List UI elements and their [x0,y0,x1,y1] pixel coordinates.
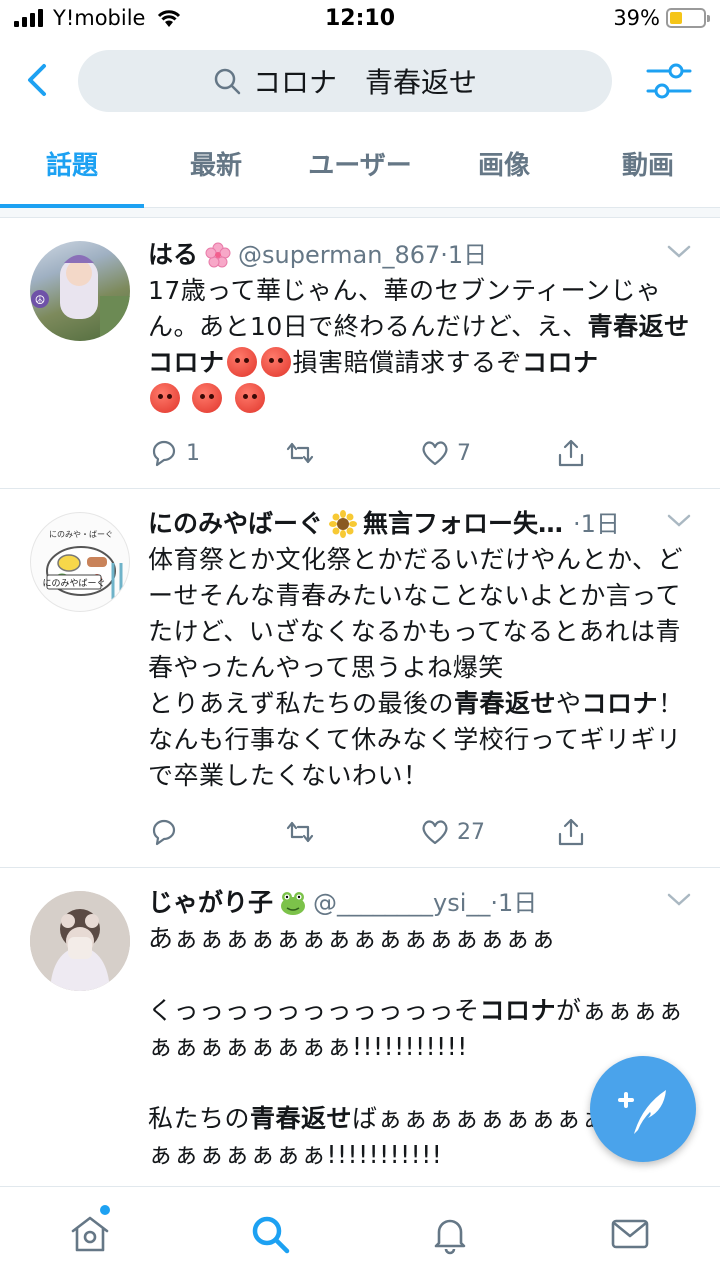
reply-button[interactable] [148,812,284,852]
svg-text:にのみやばーぐ: にのみやばーぐ [42,578,105,589]
author-name-suffix[interactable]: 無言フォロー失… [363,506,563,542]
tab-top[interactable]: 話題 [0,128,144,208]
frog-icon [281,892,306,915]
new-content-dot [100,1205,110,1215]
back-arrow-icon[interactable] [20,58,56,102]
bottom-nav [0,1186,720,1280]
nav-notifications[interactable] [360,1187,540,1280]
messages-icon [611,1219,649,1249]
nav-home[interactable] [0,1187,180,1280]
search-header: コロナ 青春返せ [0,40,720,128]
retweet-button[interactable] [284,812,420,852]
avatar[interactable]: にのみやばーぐ にのみや・ばーぐ [30,512,130,612]
tweet-time: ·1日 [440,241,488,269]
author-name[interactable]: はる [148,237,198,273]
search-query: コロナ 青春返せ [252,66,477,99]
battery-percent: 39% [613,6,660,30]
reply-icon [152,440,176,467]
share-button[interactable] [555,812,691,852]
like-count: 7 [457,440,471,466]
like-button[interactable]: 27 [419,812,555,852]
battery-icon [666,8,710,28]
share-icon [558,439,583,467]
tweet[interactable]: にのみやばーぐ にのみや・ばーぐ にのみやばーぐ 無言フォロー失… ·1日 体育… [0,490,720,868]
retweet-icon [286,821,313,843]
search-tabs: 話題 最新 ユーザー 画像 動画 [0,128,720,208]
tweet-time: ·1日 [573,510,620,538]
status-bar: Y!mobile 12:10 39% [0,0,720,40]
tweet-text: 体育祭とか文化祭とかだるいだけやんとか、どーせそんな青春みたいなことないよとか言… [148,545,684,790]
retweet-button[interactable] [284,433,420,473]
cherry-blossom-icon [205,242,231,268]
tab-videos[interactable]: 動画 [576,128,720,207]
chevron-down-icon[interactable] [666,889,692,909]
filter-icon[interactable] [646,58,692,104]
notifications-icon [434,1219,466,1255]
svg-text:☮: ☮ [35,293,46,307]
reply-count: 1 [186,440,200,466]
author-handle[interactable]: @________ysi__ [313,885,490,921]
tab-latest[interactable]: 最新 [144,128,288,207]
search-icon [252,1216,290,1254]
compose-tweet-button[interactable] [590,1056,696,1162]
tab-users[interactable]: ユーザー [288,128,432,207]
reply-button[interactable]: 1 [148,433,284,473]
heart-icon [422,441,448,466]
compose-feather-icon [618,1090,666,1134]
avatar[interactable] [30,891,130,991]
avatar[interactable]: ☮ [30,241,130,341]
author-handle[interactable]: @superman_867 [238,237,440,273]
tweet-text: 17歳って華じゃん、華のセブンティーンじゃん。あと10日で終わるんだけど、え、青… [148,273,700,417]
chevron-down-icon[interactable] [666,241,692,261]
nav-search[interactable] [180,1187,360,1280]
like-count: 27 [457,819,485,845]
author-name[interactable]: にのみやばーぐ [148,506,323,542]
sunflower-icon [329,510,358,538]
home-icon [71,1216,109,1252]
divider [0,208,720,218]
heart-icon [422,820,448,845]
retweet-icon [286,442,313,464]
share-icon [558,818,583,846]
like-button[interactable]: 7 [419,433,555,473]
clock: 12:10 [324,6,396,31]
tab-images[interactable]: 画像 [432,128,576,207]
tweet-time: ·1日 [490,889,538,917]
search-input[interactable]: コロナ 青春返せ [78,50,612,112]
author-name[interactable]: じゃがり子 [148,885,273,921]
reply-icon [152,819,176,846]
nav-messages[interactable] [540,1187,720,1280]
chevron-down-icon[interactable] [666,510,692,530]
tweet[interactable]: ☮ はる @superman_867 ·1日 17歳って華じゃん、華のセブンティ… [0,219,720,489]
svg-text:にのみや・ばーぐ: にのみや・ばーぐ [49,530,113,539]
search-icon [214,68,241,95]
share-button[interactable] [555,433,691,473]
